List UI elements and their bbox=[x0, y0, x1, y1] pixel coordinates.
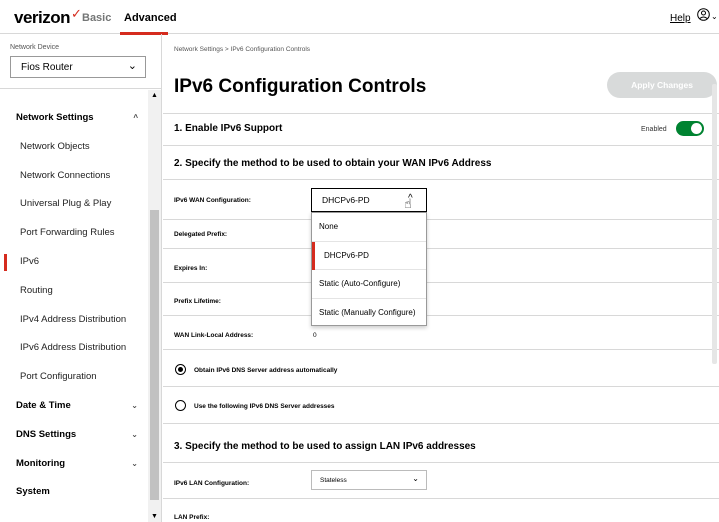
verizon-logo[interactable]: verizon✓ bbox=[14, 6, 82, 28]
sidebar-item-upnp[interactable]: Universal Plug & Play bbox=[0, 190, 148, 219]
dns-auto-radio[interactable] bbox=[175, 364, 186, 375]
help-link[interactable]: Help bbox=[670, 13, 691, 24]
divider bbox=[163, 179, 719, 180]
wan-config-label: IPv6 WAN Configuration: bbox=[174, 197, 251, 204]
wan-link-local-label: WAN Link-Local Address: bbox=[174, 332, 254, 339]
chevron-down-icon: ⌄ bbox=[131, 458, 138, 468]
divider bbox=[163, 462, 719, 463]
divider bbox=[163, 423, 719, 424]
section-wan-title: 2. Specify the method to be used to obta… bbox=[174, 158, 492, 169]
dropdown-option-none[interactable]: None bbox=[312, 213, 426, 242]
scroll-down-icon[interactable]: ▼ bbox=[151, 513, 158, 520]
sidebar-item-port-configuration[interactable]: Port Configuration bbox=[0, 363, 148, 392]
dns-auto-label[interactable]: Obtain IPv6 DNS Server address automatic… bbox=[194, 367, 337, 374]
sidebar-item-ipv6-distribution[interactable]: IPv6 Address Distribution bbox=[0, 334, 148, 363]
user-circle-icon[interactable] bbox=[697, 8, 710, 24]
chevron-up-icon: ^ bbox=[133, 113, 138, 122]
dns-manual-radio[interactable] bbox=[175, 400, 186, 411]
sidebar-scrollbar[interactable]: ▲ ▼ bbox=[148, 90, 161, 522]
chevron-down-icon[interactable]: ⌄ bbox=[711, 12, 718, 21]
sidebar-item-dns-settings[interactable]: DNS Settings ⌄ bbox=[0, 421, 148, 450]
lan-prefix-label: LAN Prefix: bbox=[174, 514, 210, 521]
lan-config-value: Stateless bbox=[320, 477, 347, 484]
prefix-lifetime-label: Prefix Lifetime: bbox=[174, 298, 221, 305]
dns-manual-label[interactable]: Use the following IPv6 DNS Server addres… bbox=[194, 403, 335, 410]
main-scrollbar[interactable] bbox=[712, 84, 717, 364]
sidebar-item-network-connections[interactable]: Network Connections bbox=[0, 162, 148, 191]
section-enable-ipv6-title: 1. Enable IPv6 Support bbox=[174, 123, 283, 134]
chevron-down-icon: ⌄ bbox=[131, 429, 138, 439]
divider bbox=[163, 248, 719, 249]
main-content: Network Settings > IPv6 Configuration Co… bbox=[163, 34, 719, 522]
tab-basic[interactable]: Basic bbox=[82, 12, 111, 24]
top-bar: verizon✓ Basic Advanced Help ⌄ bbox=[0, 0, 719, 35]
divider bbox=[163, 498, 719, 499]
sidebar-nav: Network Settings ^ Network Objects Networ… bbox=[0, 104, 148, 507]
sidebar-item-ipv4-distribution[interactable]: IPv4 Address Distribution bbox=[0, 306, 148, 335]
sidebar: Network Device Fios Router ⌄ Network Set… bbox=[0, 34, 162, 522]
scroll-up-icon[interactable]: ▲ bbox=[151, 92, 158, 99]
divider bbox=[163, 145, 719, 146]
tab-advanced[interactable]: Advanced bbox=[124, 12, 177, 24]
delegated-prefix-label: Delegated Prefix: bbox=[174, 231, 228, 238]
sidebar-item-port-forwarding[interactable]: Port Forwarding Rules bbox=[0, 219, 148, 248]
sidebar-item-network-settings[interactable]: Network Settings ^ bbox=[0, 104, 148, 133]
network-device-value: Fios Router bbox=[21, 62, 73, 73]
network-device-select[interactable]: Fios Router ⌄ bbox=[10, 56, 146, 78]
breadcrumb[interactable]: Network Settings > IPv6 Configuration Co… bbox=[174, 46, 310, 53]
sidebar-item-date-time[interactable]: Date & Time ⌄ bbox=[0, 392, 148, 421]
section-lan-title: 3. Specify the method to be used to assi… bbox=[174, 441, 476, 452]
divider bbox=[0, 88, 161, 89]
chevron-down-icon: ⌄ bbox=[131, 400, 138, 410]
divider bbox=[163, 315, 719, 316]
scrollbar-thumb[interactable] bbox=[150, 210, 159, 500]
apply-changes-button[interactable]: Apply Changes bbox=[607, 72, 717, 98]
chevron-down-icon: ⌄ bbox=[412, 474, 419, 483]
lan-config-label: IPv6 LAN Configuration: bbox=[174, 480, 250, 487]
page-title: IPv6 Configuration Controls bbox=[174, 76, 427, 97]
wan-link-local-value: 0 bbox=[313, 332, 317, 339]
enable-ipv6-toggle[interactable] bbox=[676, 121, 704, 136]
divider bbox=[163, 219, 719, 220]
wan-config-dropdown: None DHCPv6-PD Static (Auto-Configure) S… bbox=[311, 212, 427, 326]
dropdown-option-static-manual[interactable]: Static (Manually Configure) bbox=[312, 299, 426, 328]
toggle-label: Enabled bbox=[641, 126, 667, 133]
divider bbox=[163, 113, 719, 114]
sidebar-item-network-objects[interactable]: Network Objects bbox=[0, 133, 148, 162]
dropdown-option-dhcpv6-pd[interactable]: DHCPv6-PD bbox=[312, 241, 426, 270]
divider bbox=[163, 386, 719, 387]
hand-pointer-icon: ☝ bbox=[404, 196, 412, 211]
chevron-down-icon: ⌄ bbox=[127, 60, 137, 72]
sidebar-item-monitoring[interactable]: Monitoring ⌄ bbox=[0, 450, 148, 479]
sidebar-item-routing[interactable]: Routing bbox=[0, 277, 148, 306]
sidebar-item-ipv6[interactable]: IPv6 bbox=[0, 248, 148, 277]
sidebar-item-system[interactable]: System bbox=[0, 478, 148, 507]
dropdown-option-static-auto[interactable]: Static (Auto-Configure) bbox=[312, 270, 426, 299]
divider bbox=[163, 282, 719, 283]
wan-config-value: DHCPv6-PD bbox=[322, 195, 370, 205]
expires-in-label: Expires In: bbox=[174, 265, 208, 272]
lan-config-select[interactable]: Stateless ⌄ bbox=[311, 470, 427, 490]
network-device-label: Network Device bbox=[10, 44, 60, 51]
divider bbox=[163, 349, 719, 350]
